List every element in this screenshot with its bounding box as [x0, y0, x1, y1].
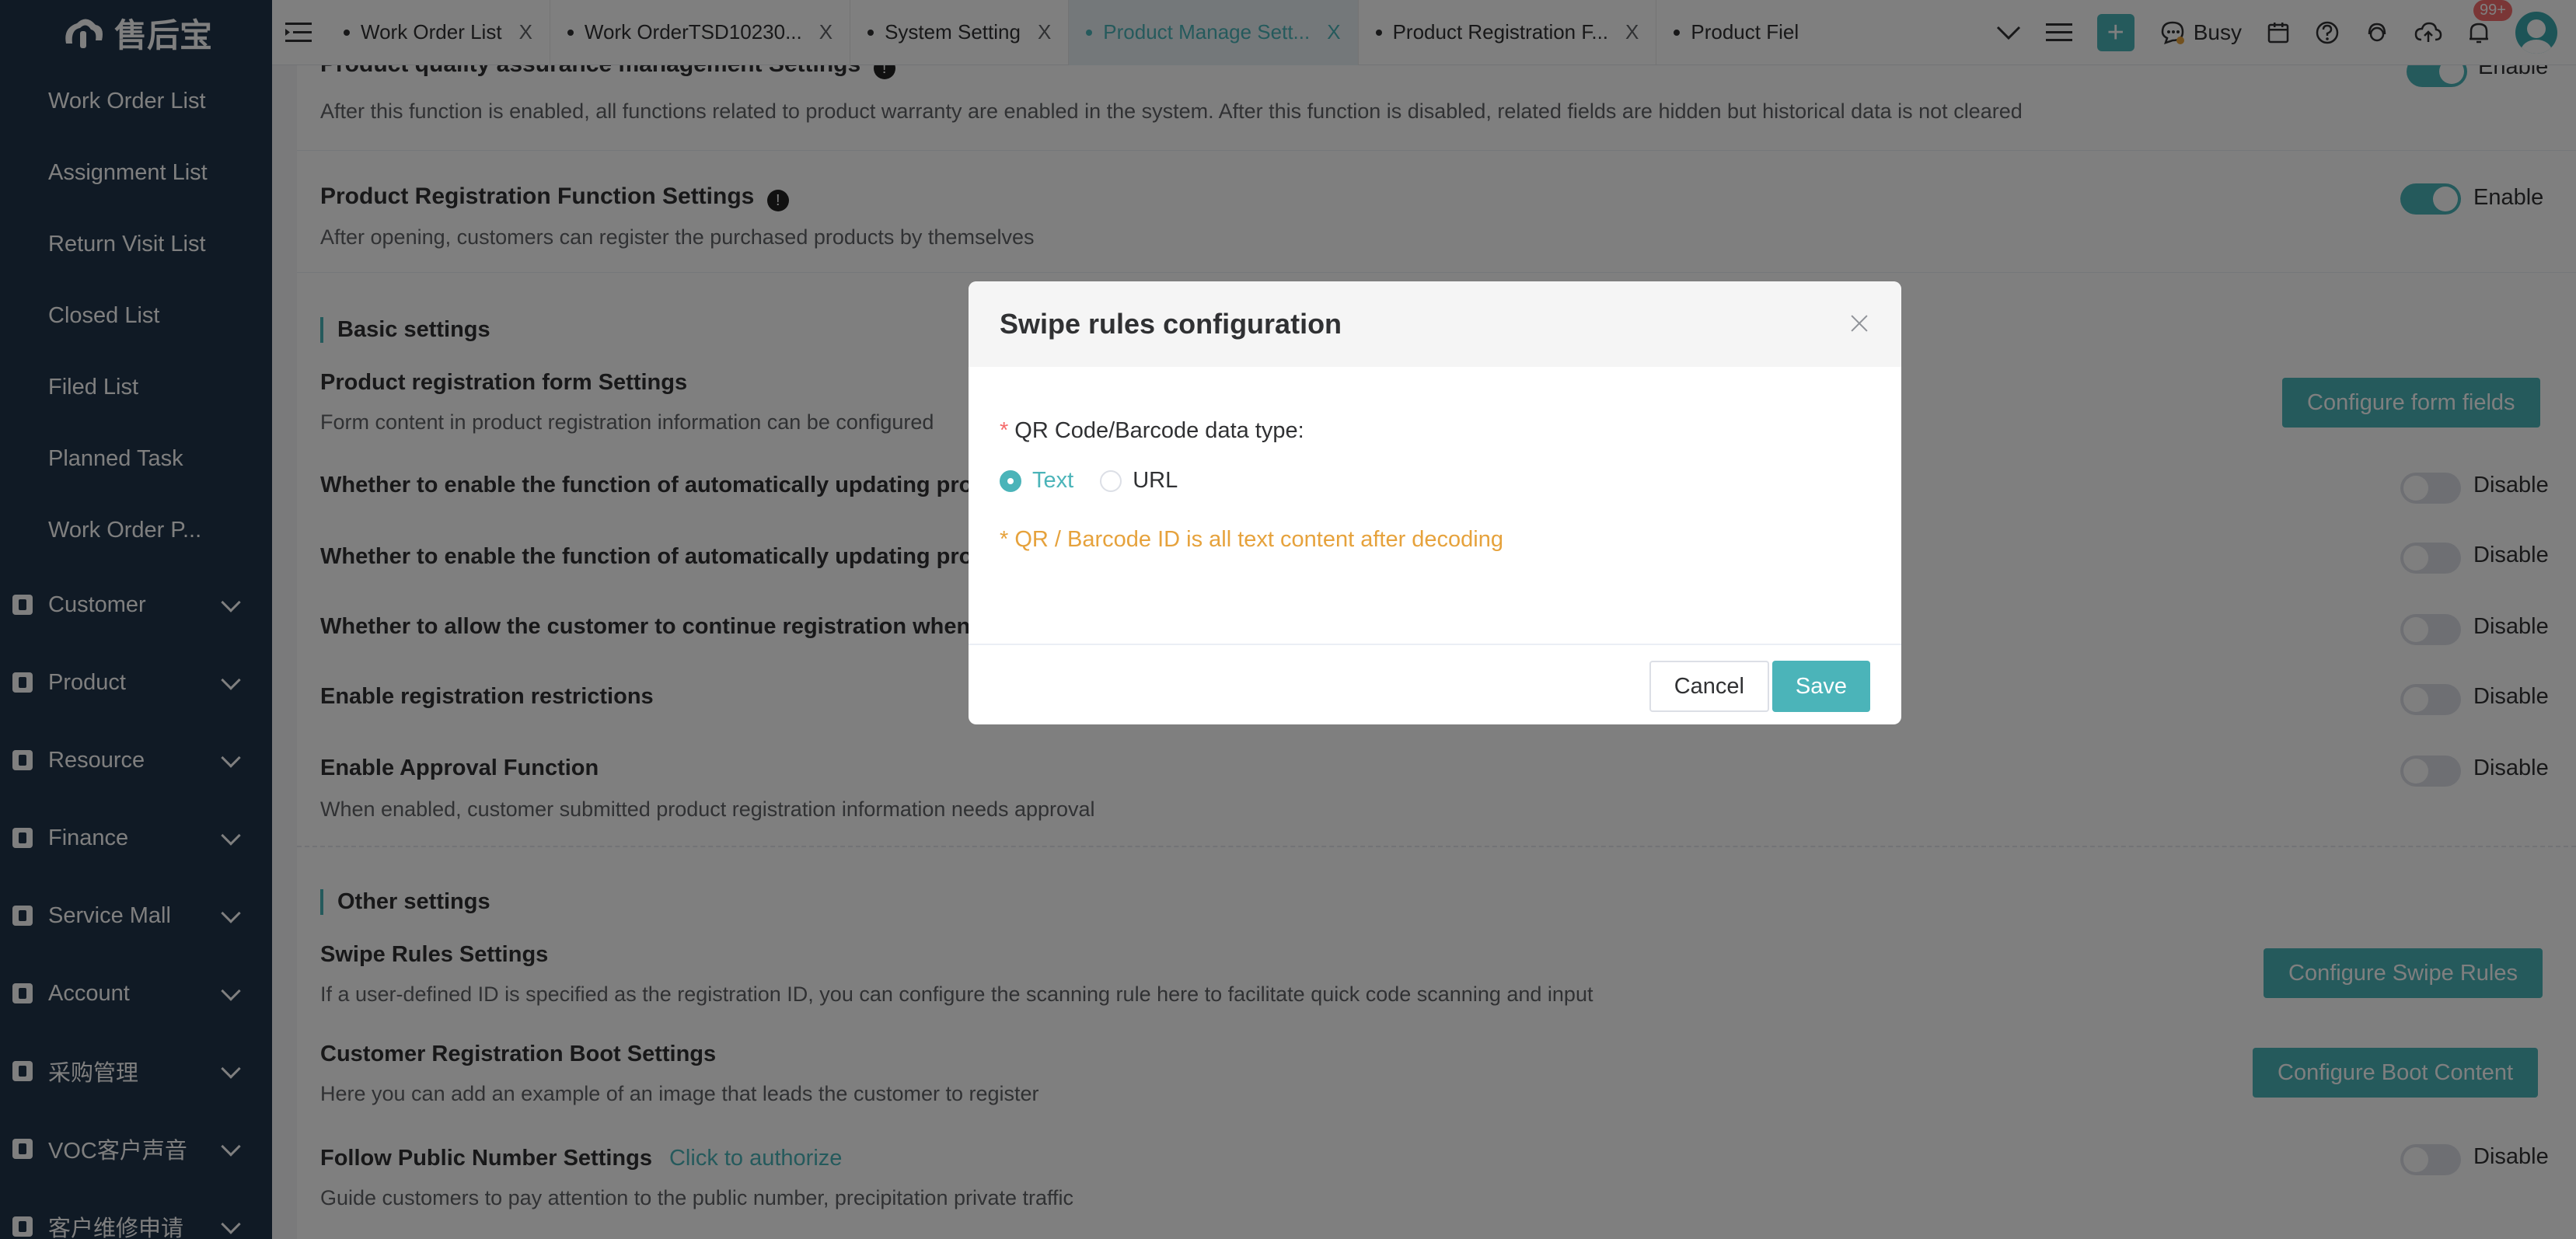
radio-text-label: Text	[1032, 468, 1074, 493]
dialog-title: Swipe rules configuration	[1000, 308, 1342, 340]
dialog-footer: Cancel Save	[969, 644, 1901, 724]
radio-url-label: URL	[1133, 468, 1178, 493]
dialog-header: Swipe rules configuration	[969, 281, 1901, 367]
radio-checked-icon	[1000, 469, 1021, 492]
data-type-label: QR Code/Barcode data type:	[1014, 418, 1304, 443]
radio-url[interactable]: URL	[1100, 468, 1178, 494]
radio-text[interactable]: Text	[1000, 468, 1073, 494]
required-mark: *	[1000, 418, 1009, 443]
radio-unchecked-icon	[1100, 469, 1122, 492]
cancel-button[interactable]: Cancel	[1649, 661, 1769, 712]
close-icon[interactable]	[1848, 312, 1870, 334]
data-type-hint: * QR / Barcode ID is all text content af…	[1000, 527, 1503, 552]
data-type-field-label: * QR Code/Barcode data type:	[1000, 418, 1304, 444]
data-type-radio-group: Text URL	[1000, 468, 1204, 494]
save-button[interactable]: Save	[1771, 661, 1870, 712]
swipe-rules-dialog: Swipe rules configuration * QR Code/Barco…	[969, 281, 1901, 724]
